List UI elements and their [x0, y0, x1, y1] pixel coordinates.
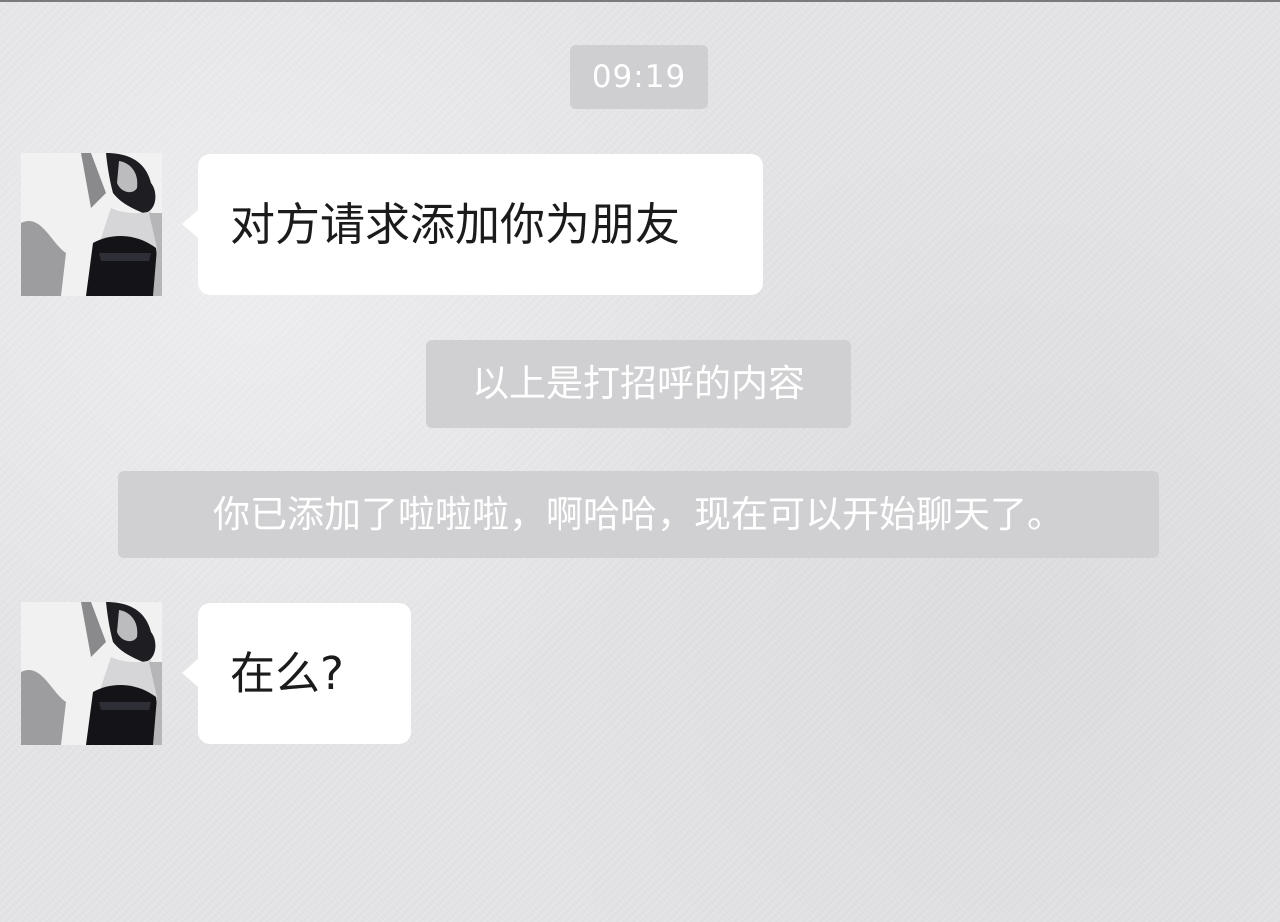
avatar-photo-icon: [21, 602, 162, 745]
avatar-photo-icon: [21, 153, 162, 296]
contact-avatar[interactable]: [21, 602, 162, 745]
incoming-message-bubble[interactable]: 在么?: [182, 603, 411, 744]
incoming-message-bubble[interactable]: 对方请求添加你为朋友: [182, 154, 763, 295]
top-border: [0, 0, 1280, 2]
contact-avatar[interactable]: [21, 153, 162, 296]
message-timestamp: 09:19: [570, 45, 708, 109]
system-notice: 以上是打招呼的内容: [426, 340, 851, 428]
system-notice: 你已添加了啦啦啦，啊哈哈，现在可以开始聊天了。: [118, 471, 1159, 558]
